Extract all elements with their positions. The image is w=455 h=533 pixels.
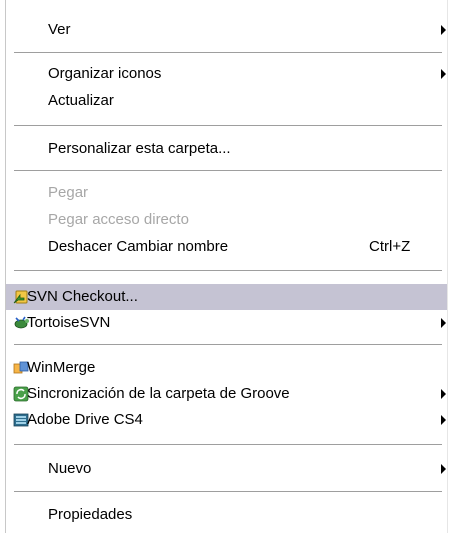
menu-item-ver[interactable]: Ver xyxy=(6,17,447,43)
menu-item-label: Organizar iconos xyxy=(48,65,162,82)
menu-item-winmerge[interactable]: WinMerge xyxy=(6,355,447,381)
menu-item-label: Adobe Drive CS4 xyxy=(27,411,143,428)
submenu-arrow-icon xyxy=(441,415,446,425)
menu-right-border xyxy=(447,0,448,533)
menu-item-label: TortoiseSVN xyxy=(27,314,111,331)
submenu-arrow-icon xyxy=(441,318,446,328)
menu-item-label: SVN Checkout... xyxy=(27,288,138,305)
menu-item-label: Nuevo xyxy=(48,460,92,477)
menu-item-groove-sync[interactable]: Sincronización de la carpeta de Groove xyxy=(6,381,447,407)
menu-item-organizar-iconos[interactable]: Organizar iconos xyxy=(6,61,447,87)
menu-item-label: Pegar acceso directo xyxy=(48,211,189,228)
menu-separator xyxy=(14,52,442,53)
shortcut-label: Ctrl+Z xyxy=(369,238,411,255)
menu-item-label: Actualizar xyxy=(48,92,114,109)
menu-item-label: Ver xyxy=(48,21,71,38)
menu-item-label: Propiedades xyxy=(48,506,133,523)
menu-item-pegar-acceso-directo[interactable]: Pegar acceso directo xyxy=(6,207,447,233)
submenu-arrow-icon xyxy=(441,389,446,399)
menu-item-actualizar[interactable]: Actualizar xyxy=(6,88,447,114)
menu-separator xyxy=(14,444,442,445)
menu-item-label: WinMerge xyxy=(27,359,96,376)
submenu-arrow-icon xyxy=(441,25,446,35)
menu-item-label: Personalizar esta carpeta... xyxy=(48,140,231,157)
menu-item-pegar[interactable]: Pegar xyxy=(6,180,447,206)
menu-item-label: Pegar xyxy=(48,184,89,201)
context-menu: Ver Organizar iconos Actualizar Personal… xyxy=(0,0,455,533)
menu-item-nuevo[interactable]: Nuevo xyxy=(6,456,447,482)
menu-separator xyxy=(14,344,442,345)
menu-item-label: Deshacer Cambiar nombre xyxy=(48,238,229,255)
menu-item-deshacer[interactable]: Deshacer Cambiar nombre Ctrl+Z xyxy=(6,234,447,260)
menu-item-adobe-drive[interactable]: Adobe Drive CS4 xyxy=(6,407,447,433)
menu-separator xyxy=(14,491,442,492)
menu-item-propiedades[interactable]: Propiedades xyxy=(6,502,447,528)
menu-separator xyxy=(14,170,442,171)
menu-separator xyxy=(14,125,442,126)
menu-item-tortoisesvn[interactable]: TortoiseSVN xyxy=(6,310,447,336)
submenu-arrow-icon xyxy=(441,69,446,79)
menu-separator xyxy=(14,270,442,271)
submenu-arrow-icon xyxy=(441,464,446,474)
menu-item-svn-checkout[interactable]: SVN Checkout... xyxy=(6,284,447,310)
menu-item-label: Sincronización de la carpeta de Groove xyxy=(27,385,290,402)
menu-item-personalizar-carpeta[interactable]: Personalizar esta carpeta... xyxy=(6,136,447,162)
